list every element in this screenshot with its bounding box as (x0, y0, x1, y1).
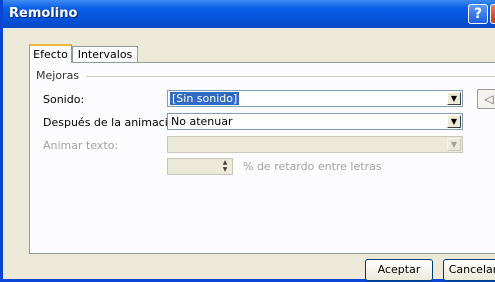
tab-intervalos[interactable]: Intervalos (72, 46, 138, 63)
after-animation-value: No atenuar (171, 115, 233, 128)
close-button[interactable]: X (490, 4, 495, 24)
sound-dropdown[interactable]: [Sin sonido] ▼ (167, 90, 463, 107)
sound-value: [Sin sonido] (170, 92, 240, 105)
window-title: Remolino (9, 6, 78, 21)
speaker-icon[interactable]: ◁ (477, 89, 495, 109)
title-bar[interactable]: Remolino ? X (3, 0, 495, 28)
tab-efecto[interactable]: Efecto (29, 44, 72, 63)
spin-up-icon[interactable]: ▲ (219, 159, 231, 166)
chevron-down-icon[interactable]: ▼ (447, 138, 461, 151)
delay-label: % de retardo entre letras (243, 160, 382, 173)
dialog-window: Remolino ? X Intervalos Efecto Mejoras S… (0, 0, 495, 282)
sound-label: Sonido: (43, 93, 85, 106)
after-animation-dropdown[interactable]: No atenuar ▼ (167, 113, 463, 130)
chevron-down-icon[interactable]: ▼ (447, 92, 461, 105)
group-label-mejoras: Mejoras (36, 69, 80, 82)
help-button[interactable]: ? (468, 4, 488, 24)
spin-down-icon[interactable]: ▼ (219, 166, 231, 173)
animate-text-dropdown[interactable]: ▼ (167, 136, 463, 153)
chevron-down-icon[interactable]: ▼ (447, 115, 461, 128)
delay-spinner[interactable]: ▲ ▼ (167, 158, 233, 175)
after-animation-label: Después de la animación: (43, 116, 186, 129)
cancel-button[interactable]: Cancelar (443, 259, 495, 281)
accept-button[interactable]: Aceptar (365, 259, 433, 281)
animate-text-label: Animar texto: (43, 139, 119, 152)
group-divider (86, 76, 495, 77)
